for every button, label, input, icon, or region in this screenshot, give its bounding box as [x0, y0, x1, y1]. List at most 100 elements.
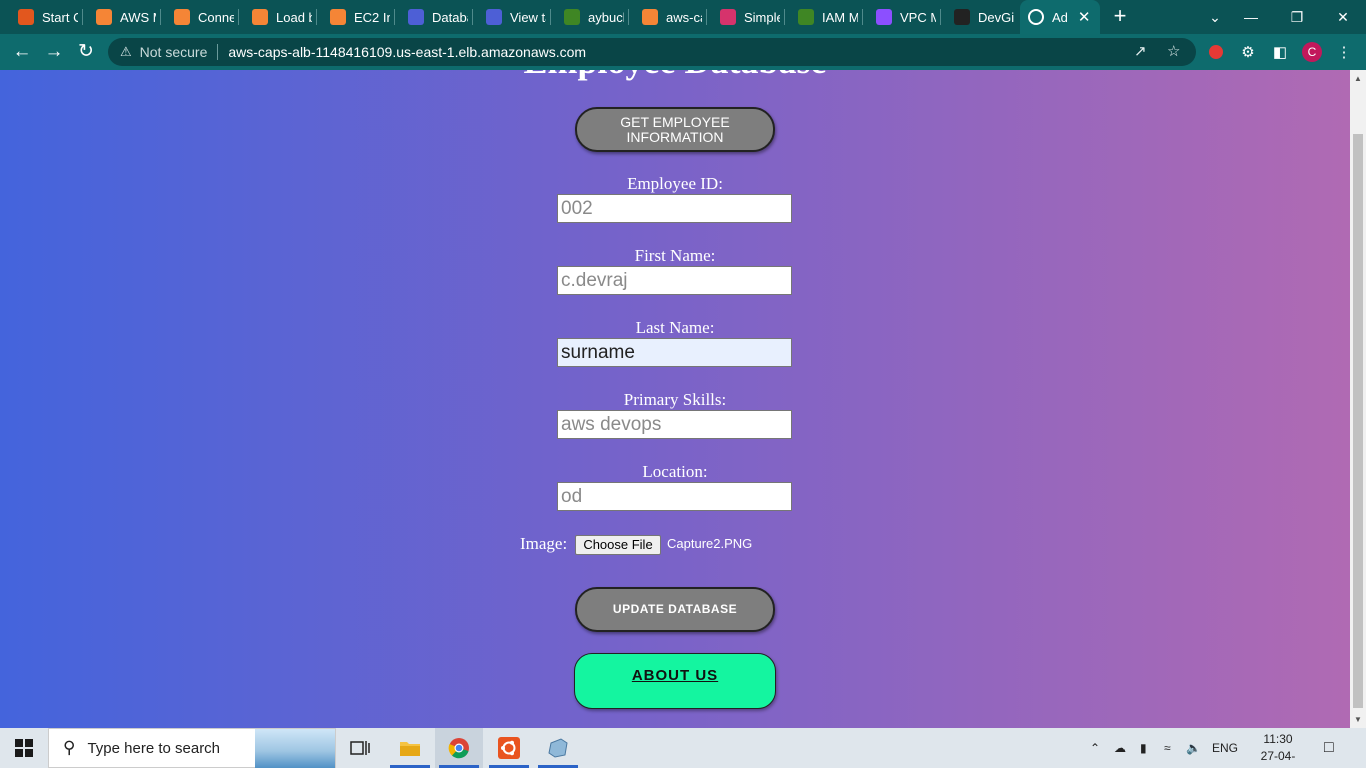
tab-label: View ta	[510, 9, 546, 25]
new-tab-button[interactable]: +	[1108, 4, 1132, 28]
bookmark-star-icon[interactable]: ☆	[1167, 42, 1180, 60]
aws-rds-icon	[408, 9, 424, 25]
browser-tab[interactable]: aws-ca	[634, 0, 702, 34]
update-database-button[interactable]: UPDATE DATABASE	[575, 587, 775, 632]
location-input[interactable]	[557, 482, 792, 511]
restore-icon[interactable]: ❐	[1274, 0, 1320, 34]
wifi-icon[interactable]: ≈	[1164, 728, 1171, 768]
task-view-icon[interactable]	[336, 728, 384, 768]
browser-tab[interactable]: IAM M	[790, 0, 858, 34]
minimize-icon[interactable]: —	[1228, 0, 1274, 34]
first-name-input[interactable]	[557, 266, 792, 295]
ubuntu-icon[interactable]	[485, 728, 533, 768]
employee-id-label: Employee ID:	[627, 174, 723, 193]
onedrive-icon[interactable]: ☁	[1114, 728, 1126, 768]
security-status[interactable]: Not secure	[140, 44, 208, 60]
windows-logo-icon	[15, 739, 33, 757]
aws-cube-icon	[96, 9, 112, 25]
close-tab-icon[interactable]: ✕	[1078, 8, 1091, 26]
tab-separator	[940, 9, 941, 25]
primary-skills-input[interactable]	[557, 410, 792, 439]
chrome-icon[interactable]	[435, 728, 483, 768]
url-text[interactable]: aws-caps-alb-1148416109.us-east-1.elb.am…	[228, 44, 586, 60]
globe-icon	[1028, 9, 1044, 25]
selected-file-name: Capture2.PNG	[667, 536, 753, 551]
tab-label: EC2 Ins	[354, 9, 390, 25]
tab-label: VPC M	[900, 9, 936, 25]
tab-separator	[394, 9, 395, 25]
browser-toolbar: ← → ↻ ⚠ Not secure aws-caps-alb-11484161…	[0, 34, 1366, 70]
tab-separator	[82, 9, 83, 25]
forward-button[interactable]: →	[42, 40, 66, 64]
aws-s3-icon	[564, 9, 580, 25]
language-indicator[interactable]: ENG	[1212, 728, 1238, 768]
primary-skills-label: Primary Skills:	[623, 390, 727, 409]
browser-tab[interactable]: Databa	[400, 0, 468, 34]
aws-lambda-icon	[642, 9, 658, 25]
tab-strip: Start C AWS M Connec Load b EC2 Ins Databa Vie…	[0, 0, 1366, 34]
choose-file-button[interactable]: Choose File	[575, 535, 661, 555]
tab-label: DevGit	[978, 9, 1014, 25]
battery-icon[interactable]: ▮	[1140, 728, 1147, 768]
extensions-puzzle-icon[interactable]: ⚙	[1238, 42, 1258, 62]
employee-id-input[interactable]	[557, 194, 792, 223]
notification-icon[interactable]: □	[1324, 728, 1334, 768]
about-us-button[interactable]: ABOUT US	[574, 653, 776, 709]
show-hidden-icons-icon[interactable]: ⌃	[1090, 728, 1100, 768]
aws-sns-icon	[720, 9, 736, 25]
github-icon	[954, 9, 970, 25]
get-employee-info-button[interactable]: GET EMPLOYEE INFORMATION	[575, 107, 775, 152]
page-title: Employee Database	[0, 70, 1350, 82]
tab-label: Start C	[42, 9, 78, 25]
profile-avatar[interactable]: C	[1302, 42, 1322, 62]
aws-vpc-icon	[876, 9, 892, 25]
tab-label: Load b	[276, 9, 312, 25]
windows-start-button[interactable]	[0, 728, 48, 768]
address-bar[interactable]: ⚠ Not secure aws-caps-alb-1148416109.us-…	[108, 38, 1196, 66]
back-button[interactable]: ←	[10, 40, 34, 64]
virtualbox-icon[interactable]	[534, 728, 582, 768]
browser-tab[interactable]: EC2 Ins	[322, 0, 390, 34]
search-highlight-image	[255, 729, 335, 768]
first-name-label: First Name:	[634, 246, 716, 265]
page-content: Employee Database GET EMPLOYEE INFORMATI…	[0, 70, 1350, 728]
aws-loadbalancer-icon	[252, 9, 268, 25]
image-label: Image:	[520, 534, 568, 553]
tab-label: Connec	[198, 9, 234, 25]
browser-tab[interactable]: Ad ✕	[1020, 0, 1100, 34]
browser-tab[interactable]: View ta	[478, 0, 546, 34]
browser-tab[interactable]: Load b	[244, 0, 312, 34]
taskbar-search-box[interactable]: ⚲ Type here to search	[48, 728, 336, 768]
volume-icon[interactable]: 🔈	[1186, 728, 1201, 768]
browser-tab[interactable]: Simple	[712, 0, 780, 34]
share-icon[interactable]: ↗	[1134, 42, 1147, 60]
file-explorer-icon[interactable]	[386, 728, 434, 768]
browser-tab[interactable]: DevGit	[946, 0, 1014, 34]
tab-separator	[160, 9, 161, 25]
tab-label: aws-ca	[666, 9, 702, 25]
system-clock[interactable]: 11:30 27-04-2023	[1248, 731, 1308, 768]
browser-tab[interactable]: Start C	[10, 0, 78, 34]
scroll-down-arrow-icon[interactable]: ▼	[1354, 715, 1362, 724]
reload-button[interactable]: ↻	[74, 40, 98, 64]
browser-tab[interactable]: AWS M	[88, 0, 156, 34]
last-name-input[interactable]	[557, 338, 792, 367]
windows-taskbar: ⚲ Type here to search ⌃ ☁ ▮ ≈ 🔈 ENG 11:3…	[0, 728, 1366, 768]
extension-red-icon[interactable]	[1206, 42, 1226, 62]
scrollbar-thumb[interactable]	[1353, 134, 1363, 708]
close-window-icon[interactable]: ✕	[1320, 0, 1366, 34]
browser-tab[interactable]: VPC M	[868, 0, 936, 34]
tab-separator	[238, 9, 239, 25]
aws-start-icon	[18, 9, 34, 25]
side-panel-icon[interactable]: ◧	[1270, 42, 1290, 62]
tab-label: AWS M	[120, 9, 156, 25]
browser-menu-icon[interactable]: ⋮	[1334, 42, 1354, 62]
browser-tab[interactable]: aybuck	[556, 0, 624, 34]
tab-separator	[706, 9, 707, 25]
tab-separator	[550, 9, 551, 25]
browser-tab[interactable]: Connec	[166, 0, 234, 34]
page-scrollbar[interactable]: ▲ ▼	[1350, 70, 1366, 728]
scroll-up-arrow-icon[interactable]: ▲	[1354, 74, 1362, 83]
search-icon: ⚲	[63, 738, 76, 757]
tab-separator	[316, 9, 317, 25]
